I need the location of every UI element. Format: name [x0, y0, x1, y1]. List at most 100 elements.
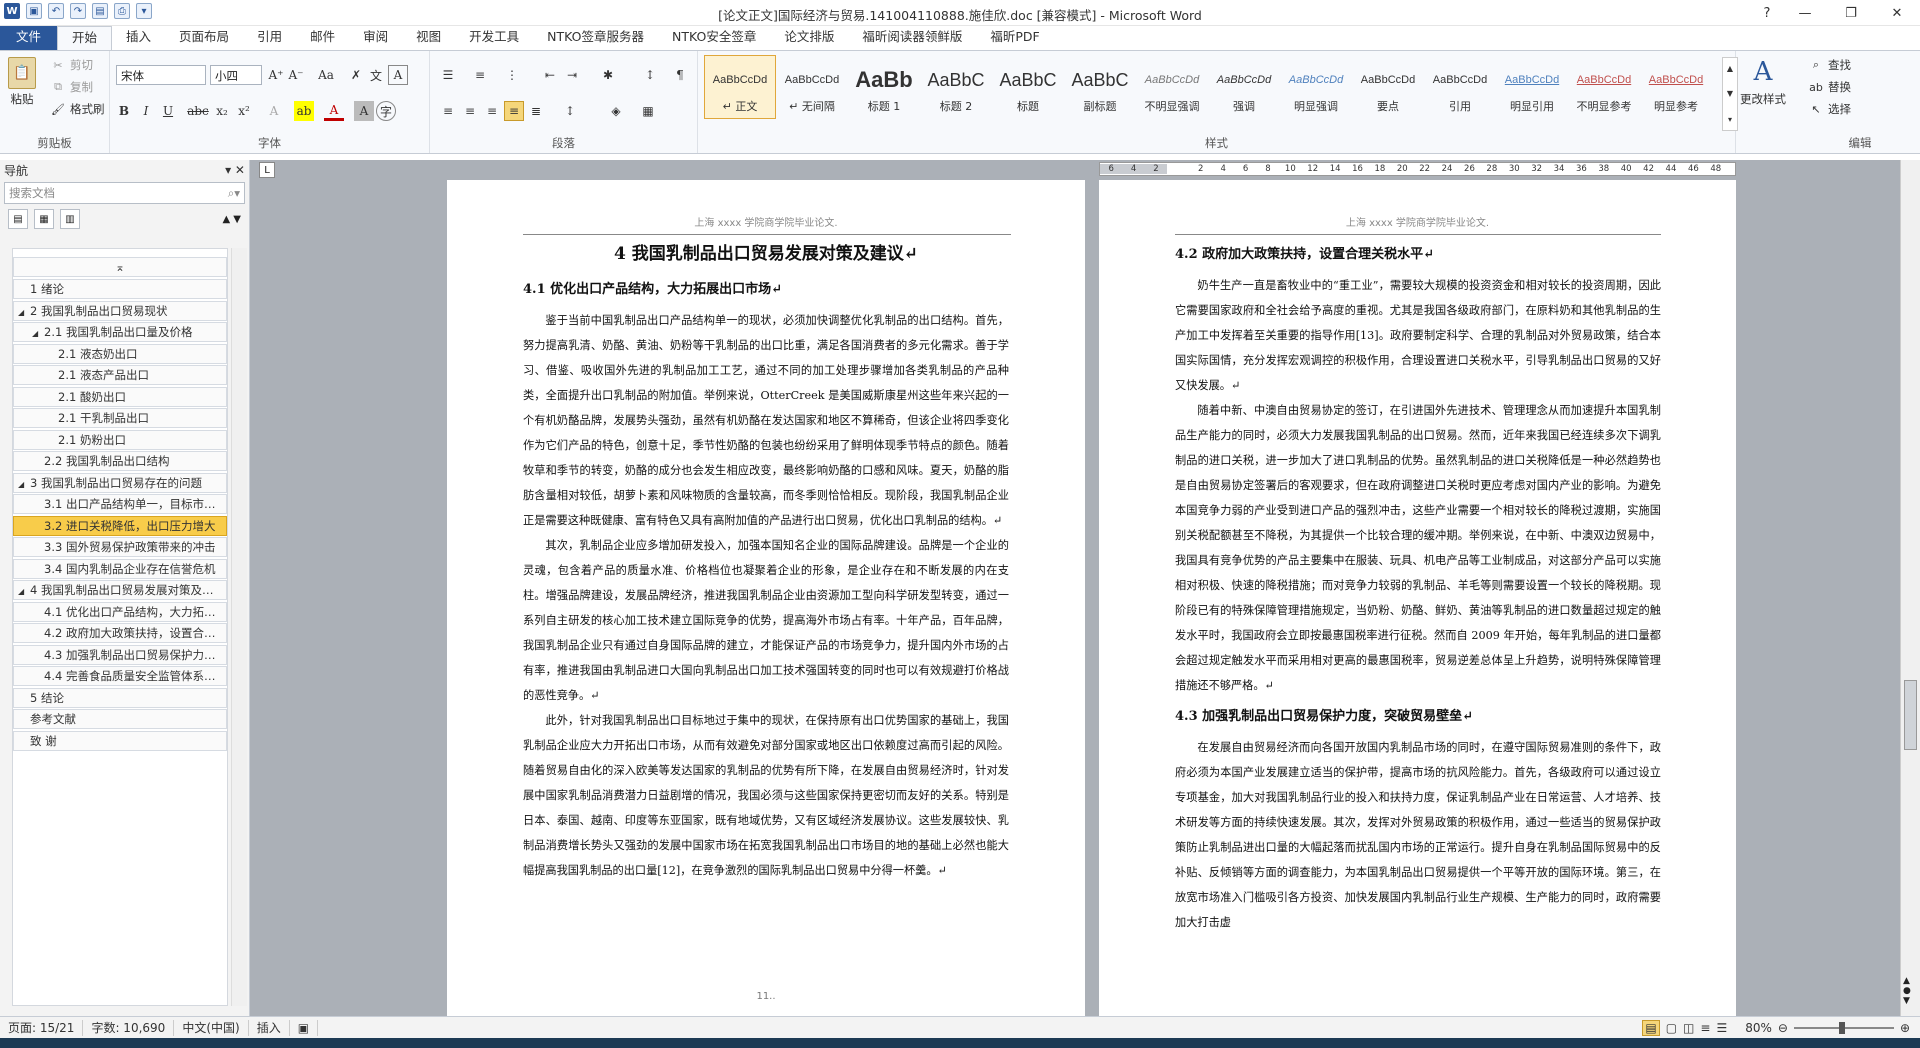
clear-format-icon[interactable]: ✗ — [346, 65, 366, 85]
find-button[interactable]: ⌕ 查找 — [1808, 57, 1851, 73]
nav-heading-item[interactable]: ◢ 3 我国乳制品出口贸易存在的问题 — [13, 472, 227, 493]
styles-scroll[interactable]: ▲ ▼ ▾ — [1722, 57, 1738, 131]
zoom-slider[interactable] — [1793, 1021, 1894, 1034]
document-vertical-scrollbar[interactable]: ▲ ● ▼ — [1900, 160, 1920, 1016]
decrease-indent-icon[interactable]: ⇤ — [540, 65, 560, 85]
style-item[interactable]: AaBbCcDd 不明显强调 — [1136, 55, 1208, 119]
multilevel-list-icon[interactable]: ⋮ — [502, 65, 522, 85]
language[interactable]: 中文(中国) — [174, 1019, 249, 1036]
change-case-icon[interactable]: Aa — [316, 65, 336, 85]
nav-heading-item[interactable]: 2.1 奶粉出口 — [13, 429, 227, 450]
print-layout-icon[interactable]: ▤ — [1642, 1019, 1660, 1036]
nav-prev-next-icon[interactable]: ▲ ▼ — [222, 214, 241, 225]
copy-button[interactable]: ⧉ 复制 — [50, 79, 93, 95]
search-icon[interactable]: ⌕▾ — [228, 186, 240, 201]
style-item[interactable]: AaBbCcDd 不明显参考 — [1568, 55, 1640, 119]
page-11-body[interactable]: 4 我国乳制品出口贸易发展对策及建议↵ 4.1 优化出口产品结构，大力拓展出口市… — [523, 242, 1009, 883]
style-item[interactable]: AaBbCcDd 明显参考 — [1640, 55, 1712, 119]
change-styles-button[interactable]: A 更改样式 — [1740, 57, 1786, 107]
tab-foxit-pdf[interactable]: 福昕PDF — [976, 26, 1053, 50]
collapse-all-icon[interactable]: ⌅ — [13, 257, 227, 277]
format-painter-button[interactable]: 🖌 格式刷 — [50, 101, 104, 117]
web-layout-icon[interactable]: ◫ — [1683, 1021, 1694, 1035]
scroll-thumb[interactable] — [1904, 680, 1917, 750]
headings-view-icon[interactable]: ▤ — [8, 209, 28, 229]
help-icon[interactable]: ? — [1752, 0, 1782, 26]
zoom-level[interactable]: 80% — [1745, 1021, 1772, 1035]
numbering-icon[interactable]: ≡ — [470, 65, 490, 85]
nav-heading-item[interactable]: 4.1 优化出口产品结构，大力拓… — [13, 601, 227, 622]
tab-home[interactable]: 开始 — [57, 26, 113, 50]
browse-object-icon[interactable]: ▲ ● ▼ — [1903, 976, 1911, 1006]
tab-stop-selector[interactable]: L — [259, 162, 275, 178]
full-screen-icon[interactable]: ▢ — [1666, 1021, 1677, 1035]
bold-icon[interactable]: B — [114, 101, 134, 121]
style-item[interactable]: AaBbCcDd 引用 — [1424, 55, 1496, 119]
nav-heading-item[interactable]: 3.1 出口产品结构单一，目标市… — [13, 494, 227, 514]
style-item[interactable]: AaBbCcDd ↵ 无间隔 — [776, 55, 848, 119]
outline-icon[interactable]: ≡ — [1700, 1021, 1710, 1035]
superscript-icon[interactable]: x² — [234, 101, 254, 121]
subscript-icon[interactable]: x₂ — [212, 101, 232, 121]
zoom-in-icon[interactable]: ⊕ — [1900, 1021, 1910, 1035]
char-border-icon[interactable]: A — [388, 65, 408, 85]
highlight-icon[interactable]: ab — [294, 101, 314, 121]
nav-heading-item[interactable]: 3.4 国内乳制品企业存在信誉危机 — [13, 558, 227, 579]
style-item[interactable]: AaBb 标题 1 — [848, 55, 920, 119]
chinese-layout-icon[interactable]: ✱ — [598, 65, 618, 85]
word-count[interactable]: 字数: 10,690 — [83, 1019, 175, 1036]
cut-button[interactable]: ✂ 剪切 — [50, 57, 93, 73]
zoom-thumb[interactable] — [1838, 1021, 1845, 1034]
nav-heading-item[interactable]: 3.2 进口关税降低，出口压力增大 — [13, 515, 227, 536]
style-item[interactable]: AaBbC 标题 2 — [920, 55, 992, 119]
tab-review[interactable]: 审阅 — [349, 26, 402, 50]
phonetic-guide-icon[interactable]: 文 — [366, 65, 386, 85]
style-item[interactable]: AaBbC 标题 — [992, 55, 1064, 119]
tab-foxit-reader[interactable]: 福昕阅读器领鲜版 — [848, 26, 976, 50]
style-item[interactable]: AaBbC 副标题 — [1064, 55, 1136, 119]
nav-heading-item[interactable]: 4.2 政府加大政策扶持，设置合… — [13, 623, 227, 643]
tab-thesis-format[interactable]: 论文排版 — [770, 26, 848, 50]
line-spacing-icon[interactable]: ↕ — [560, 101, 580, 121]
tab-ntko-server[interactable]: NTKO签章服务器 — [533, 26, 658, 50]
char-shading-icon[interactable]: A — [354, 101, 374, 121]
expand-arrow-icon[interactable]: ◢ — [18, 303, 30, 320]
restore-icon[interactable]: ❐ — [1828, 0, 1874, 26]
enclose-char-icon[interactable]: 字 — [376, 101, 396, 121]
distribute-icon[interactable]: ≣ — [526, 101, 546, 121]
nav-close-icon[interactable]: ▾ ✕ — [225, 163, 245, 177]
nav-heading-item[interactable]: 4.3 加强乳制品出口贸易保护力… — [13, 644, 227, 665]
style-item[interactable]: AaBbCcDd 要点 — [1352, 55, 1424, 119]
nav-heading-item[interactable]: ◢ 4 我国乳制品出口贸易发展对策及… — [13, 580, 227, 600]
sort-icon[interactable]: ↕ — [640, 65, 660, 85]
style-item[interactable]: AaBbCcDd ↵ 正文 — [704, 55, 776, 119]
page-count[interactable]: 页面: 15/21 — [0, 1019, 84, 1036]
tab-insert[interactable]: 插入 — [112, 26, 165, 50]
replace-button[interactable]: ab 替换 — [1808, 79, 1851, 95]
font-color-icon[interactable]: A — [324, 101, 344, 121]
nav-heading-item[interactable]: ◢ 2.1 我国乳制品出口量及价格 — [13, 322, 227, 342]
zoom-out-icon[interactable]: ⊖ — [1778, 1021, 1788, 1035]
expand-arrow-icon[interactable]: ◢ — [32, 324, 44, 341]
font-name-combo[interactable]: 宋体 — [116, 65, 206, 85]
show-marks-icon[interactable]: ¶ — [670, 65, 690, 85]
shrink-font-icon[interactable]: A⁻ — [286, 65, 306, 85]
paste-button[interactable]: 📋 粘贴 — [8, 57, 36, 107]
tab-page-layout[interactable]: 页面布局 — [165, 26, 243, 50]
pages-view-icon[interactable]: ▦ — [34, 209, 54, 229]
font-size-combo[interactable]: 小四 — [210, 65, 262, 85]
select-button[interactable]: ↖ 选择 — [1808, 101, 1851, 117]
tab-developer[interactable]: 开发工具 — [455, 26, 533, 50]
tab-references[interactable]: 引用 — [243, 26, 296, 50]
shading-icon[interactable]: ◈ — [606, 101, 626, 121]
draft-icon[interactable]: ☰ — [1716, 1021, 1727, 1035]
grow-font-icon[interactable]: A⁺ — [266, 65, 286, 85]
nav-heading-item[interactable]: 2.1 酸奶出口 — [13, 386, 227, 407]
nav-heading-item[interactable]: 参考文献 — [13, 709, 227, 729]
align-center-icon[interactable]: ≡ — [460, 101, 480, 121]
nav-heading-item[interactable]: 3.3 国外贸易保护政策带来的冲击 — [13, 537, 227, 557]
borders-icon[interactable]: ▦ — [638, 101, 658, 121]
nav-heading-item[interactable]: 2.1 液态奶出口 — [13, 343, 227, 364]
strikethrough-icon[interactable]: abc — [187, 101, 209, 121]
italic-icon[interactable]: I — [136, 101, 156, 121]
